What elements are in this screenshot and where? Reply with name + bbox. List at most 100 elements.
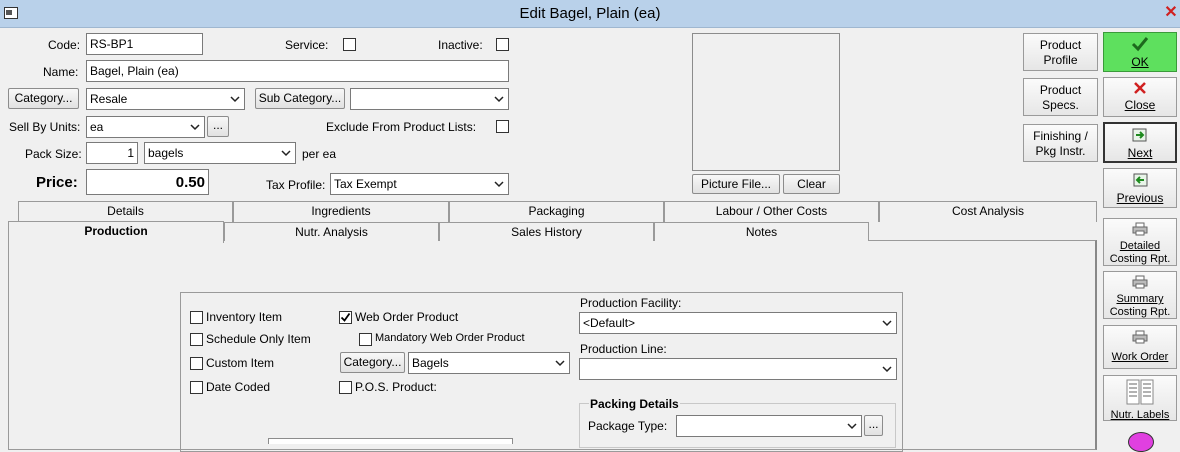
inactive-label: Inactive: (438, 38, 483, 52)
service-checkbox[interactable] (343, 38, 356, 51)
tab-nutr-analysis[interactable]: Nutr. Analysis (224, 222, 439, 241)
tab-packaging[interactable]: Packaging (449, 201, 664, 222)
picture-box (692, 33, 840, 171)
detailed-costing-button[interactable]: Detailed Costing Rpt. (1103, 218, 1177, 266)
chevron-down-icon (230, 96, 240, 103)
sell-by-value: ea (90, 120, 104, 134)
detailed-line1: Detailed (1119, 240, 1161, 252)
custom-item-label: Custom Item (206, 356, 275, 370)
per-ea-label: per ea (302, 147, 337, 161)
subcategory-button[interactable]: Sub Category... (255, 88, 345, 109)
product-specs-button[interactable]: Product Specs. (1023, 78, 1098, 116)
date-coded-label: Date Coded (206, 380, 271, 394)
tab-production[interactable]: Production (8, 221, 224, 243)
schedule-only-label: Schedule Only Item (206, 332, 311, 346)
printer-icon (1132, 275, 1148, 289)
chevron-down-icon (494, 181, 504, 188)
chevron-down-icon (281, 150, 291, 157)
finishing-line2: Pkg Instr. (1035, 144, 1086, 158)
price-input[interactable]: 0.50 (86, 169, 209, 195)
sell-by-select[interactable]: ea (86, 116, 205, 138)
checkmark-icon (1131, 37, 1149, 52)
previous-label: Previous (1116, 191, 1164, 205)
name-input[interactable]: Bagel, Plain (ea) (86, 60, 509, 82)
sell-by-label: Sell By Units: (9, 120, 81, 134)
mandatory-web-checkbox[interactable] (359, 333, 372, 346)
exclude-checkbox[interactable] (496, 120, 509, 133)
packing-details-title: Packing Details (589, 397, 680, 411)
tab-notes[interactable]: Notes (654, 222, 869, 241)
summary-costing-button[interactable]: Summary Costing Rpt. (1103, 271, 1177, 319)
category-select[interactable]: Resale (86, 88, 245, 110)
custom-item-checkbox[interactable] (190, 357, 203, 370)
window-title: Edit Bagel, Plain (ea) (519, 5, 661, 22)
summary-line2: Costing Rpt. (1109, 306, 1171, 318)
production-category-value: Bagels (412, 356, 449, 370)
nutr-labels-button[interactable]: Nutr. Labels (1103, 375, 1177, 421)
inventory-item-checkbox[interactable] (190, 311, 203, 324)
printer-icon (1132, 222, 1148, 236)
picture-file-button[interactable]: Picture File... (692, 174, 780, 194)
ok-label: OK (1131, 55, 1149, 69)
next-label: Next (1127, 146, 1153, 160)
mandatory-web-label: Mandatory Web Order Product (375, 332, 525, 344)
category-button[interactable]: Category... (8, 88, 79, 109)
code-label: Code: (48, 38, 81, 52)
chevron-down-icon (882, 320, 892, 327)
pack-size-input[interactable]: 1 (86, 142, 138, 164)
ok-button[interactable]: OK (1103, 32, 1177, 72)
close-label: Close (1124, 98, 1156, 112)
chevron-down-icon (494, 96, 504, 103)
chevron-down-icon (190, 124, 200, 131)
tab-labour-other-costs[interactable]: Labour / Other Costs (664, 201, 879, 222)
production-facility-value: <Default> (583, 316, 636, 330)
sell-by-browse-button[interactable]: ... (207, 116, 229, 137)
detailed-line2: Costing Rpt. (1109, 253, 1171, 265)
web-order-checkbox[interactable] (339, 311, 352, 324)
subcategory-select[interactable] (350, 88, 509, 110)
tab-cost-analysis[interactable]: Cost Analysis (879, 201, 1097, 222)
production-line-select[interactable] (579, 358, 897, 380)
close-button[interactable]: Close (1103, 77, 1177, 117)
package-type-label: Package Type: (588, 419, 668, 433)
product-specs-line1: Product (1039, 83, 1082, 97)
production-facility-select[interactable]: <Default> (579, 312, 897, 334)
partial-field[interactable] (268, 438, 513, 444)
inactive-checkbox[interactable] (496, 38, 509, 51)
ball-icon[interactable] (1128, 432, 1154, 452)
pos-product-label: P.O.S. Product: (355, 380, 437, 394)
chevron-down-icon (882, 366, 892, 373)
pack-unit-value: bagels (148, 146, 184, 160)
web-order-label: Web Order Product (355, 310, 459, 324)
production-category-button[interactable]: Category... (340, 352, 405, 373)
tax-profile-select[interactable]: Tax Exempt (330, 173, 509, 195)
previous-button[interactable]: Previous (1103, 168, 1177, 208)
category-value: Resale (90, 92, 128, 106)
previous-arrow-icon (1133, 173, 1148, 187)
finishing-line1: Finishing / (1033, 129, 1088, 143)
package-type-select[interactable] (676, 415, 862, 437)
tab-sales-history[interactable]: Sales History (439, 222, 654, 241)
clear-picture-button[interactable]: Clear (783, 174, 840, 194)
work-order-button[interactable]: Work Order (1103, 325, 1177, 369)
date-coded-checkbox[interactable] (190, 381, 203, 394)
name-label: Name: (43, 65, 79, 79)
product-profile-button[interactable]: Product Profile (1023, 33, 1098, 71)
tab-ingredients[interactable]: Ingredients (233, 201, 449, 222)
tax-profile-label: Tax Profile: (266, 178, 326, 192)
service-label: Service: (285, 38, 329, 52)
next-arrow-icon (1132, 128, 1147, 142)
package-type-browse-button[interactable]: ... (864, 415, 883, 436)
pos-product-checkbox[interactable] (339, 381, 352, 394)
code-input[interactable]: RS-BP1 (86, 33, 203, 55)
printer-icon (1132, 330, 1148, 344)
chevron-down-icon (555, 360, 565, 367)
pack-unit-select[interactable]: bagels (144, 142, 296, 164)
production-category-select[interactable]: Bagels (408, 352, 570, 374)
close-window-icon[interactable]: ✕ (1163, 5, 1179, 21)
schedule-only-checkbox[interactable] (190, 333, 203, 346)
production-facility-label: Production Facility: (580, 296, 682, 310)
tab-details[interactable]: Details (18, 201, 233, 222)
finishing-pkg-button[interactable]: Finishing / Pkg Instr. (1023, 124, 1098, 162)
next-button[interactable]: Next (1103, 122, 1177, 163)
